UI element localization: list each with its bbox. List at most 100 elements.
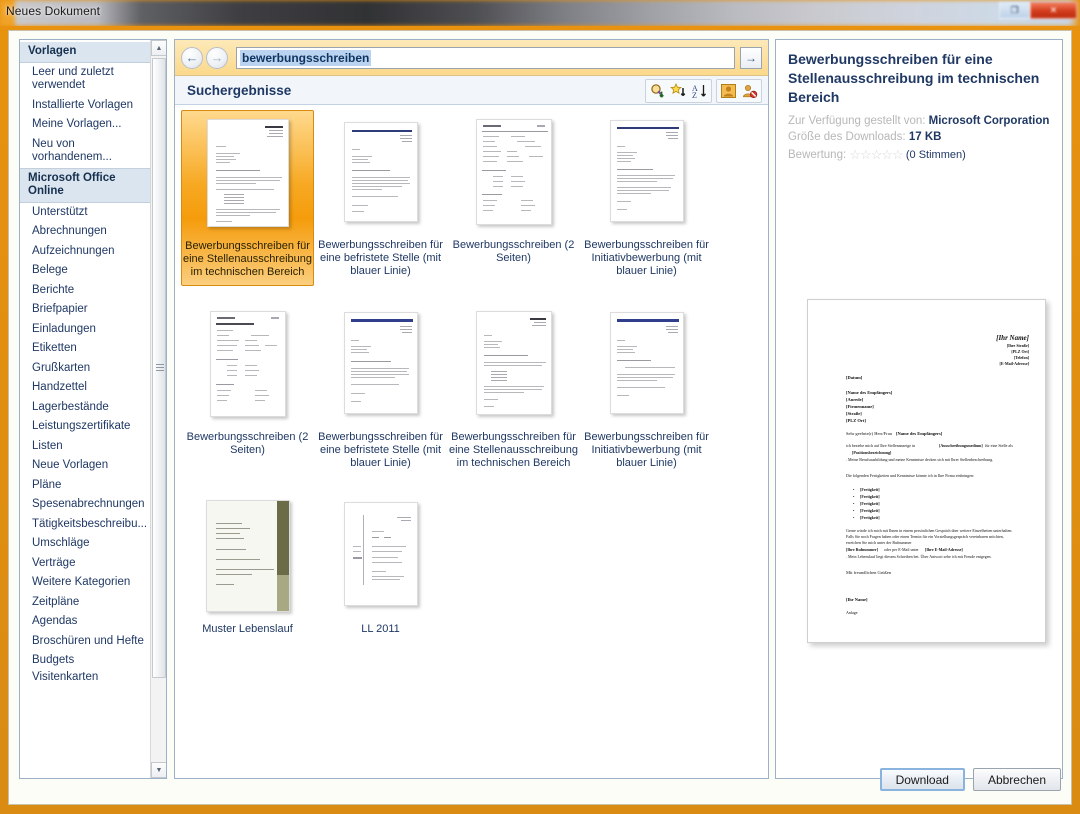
preview-provider-label: Zur Verfügung gestellt von: [788,115,925,127]
template-label: Bewerbungsschreiben für eine Stellenauss… [449,431,579,470]
template-card-3[interactable]: Bewerbungsschreiben für Initiativbewerbu… [580,110,713,286]
doc-salutation-pre: Sehr geehrte(r) Herr/Frau [846,431,892,436]
bullet-dot-icon: • [853,487,854,492]
sidebar-item-leer-zuletzt[interactable]: Leer und zuletzt verwendet [20,63,151,96]
toolbar-group-view: A Z [645,79,712,103]
restore-window-button[interactable]: ❐ [999,2,1030,19]
doc-para3-a: Gerne würde ich mich mit Ihnen in einem … [846,528,1018,547]
sidebar-item-visitenkarten[interactable]: Visitenkarten [20,671,151,680]
sidebar-scroll-thumb[interactable] [152,58,166,678]
sidebar-group-microsoft-office-online[interactable]: Microsoft Office Online [20,168,151,203]
template-card-1[interactable]: Bewerbungsschreiben für eine befristete … [314,110,447,286]
sidebar-item-einladungen[interactable]: Einladungen [20,320,151,340]
sidebar-item-taetigkeitsbeschreibungen[interactable]: Tätigkeitsbeschreibu... [20,515,151,535]
preview-size-value: 17 KB [909,131,942,143]
search-again-icon[interactable] [647,81,668,101]
template-thumbnail [601,114,693,234]
doc-para1-b: [Ausschreibungsmedium] [939,443,983,448]
doc-enclosure: Anlage [846,610,858,615]
cancel-button[interactable]: Abbrechen [973,768,1061,791]
sidebar-list: Vorlagen Leer und zuletzt verwendet Inst… [20,40,151,778]
window-title: Neues Dokument [6,4,100,18]
sidebar-item-aufzeichnungen[interactable]: Aufzeichnungen [20,242,151,262]
ghost-tab-4 [870,5,873,15]
sidebar-item-weitere-kategorien[interactable]: Weitere Kategorien [20,573,151,593]
community-user-icon[interactable] [718,81,739,101]
scroll-up-arrow-icon[interactable]: ▲ [151,40,167,56]
template-label: Bewerbungsschreiben für Initiativbewerbu… [582,239,712,278]
ghost-tab-1 [315,5,318,15]
sidebar-item-neu-von-vorhandenem[interactable]: Neu von vorhandenem... [20,135,151,168]
back-button[interactable]: ← [181,47,203,69]
template-card-5[interactable]: Bewerbungsschreiben für eine befristete … [314,302,447,476]
template-label: Bewerbungsschreiben (2 Seiten) [183,431,313,457]
sidebar-item-plaene[interactable]: Pläne [20,476,151,496]
sidebar-item-neue-vorlagen[interactable]: Neue Vorlagen [20,456,151,476]
sidebar-item-zeitplaene[interactable]: Zeitpläne [20,593,151,613]
sidebar-item-umschlaege[interactable]: Umschläge [20,534,151,554]
title-bar: Neues Dokument ❐ ✕ [0,0,1080,26]
template-card-7[interactable]: Bewerbungsschreiben für Initiativbewerbu… [580,302,713,476]
sidebar-item-installierte-vorlagen[interactable]: Installierte Vorlagen [20,96,151,116]
template-label: Bewerbungsschreiben für eine Stellenauss… [183,240,313,279]
search-submit-button[interactable]: → [740,47,762,69]
template-label: Bewerbungsschreiben (2 Seiten) [449,239,579,265]
template-label: Bewerbungsschreiben für eine befristete … [316,431,446,470]
template-thumbnail [335,114,427,234]
sort-az-icon[interactable]: A Z [689,81,710,101]
preview-document-image: [Ihr Name] [Ihre Straße] [PLZ Ort] [Tele… [807,299,1046,643]
ghost-tab-3 [690,5,693,15]
new-document-dialog: Vorlagen Leer und zuletzt verwendet Inst… [8,30,1072,805]
forward-button[interactable]: → [206,47,228,69]
preview-size-label: Größe des Downloads: [788,131,906,143]
doc-sender-street: [Ihre Straße] [1007,343,1029,348]
sidebar-item-etiketten[interactable]: Etiketten [20,339,151,359]
sidebar-scrollbar[interactable]: ▲ ▼ [150,40,166,778]
title-bar-background [0,0,1080,26]
sidebar-item-leistungszertifikate[interactable]: Leistungszertifikate [20,417,151,437]
sidebar-item-spesenabrechnungen[interactable]: Spesenabrechnungen [20,495,151,515]
new-templates-icon[interactable] [668,81,689,101]
sidebar-item-vertraege[interactable]: Verträge [20,554,151,574]
template-card-2[interactable]: Bewerbungsschreiben (2 Seiten) [447,110,580,286]
preview-title: Bewerbungsschreiben für eine Stellenauss… [788,50,1050,107]
sidebar-item-abrechnungen[interactable]: Abrechnungen [20,222,151,242]
sidebar-item-lagerbestaende[interactable]: Lagerbestände [20,398,151,418]
doc-date: [Datum] [846,375,862,380]
sidebar-item-budgets[interactable]: Budgets [20,651,151,671]
sidebar-item-meine-vorlagen[interactable]: Meine Vorlagen... [20,115,151,135]
doc-para3-d: [Ihre E-Mail-Adresse] [925,547,963,552]
sidebar-item-broschueren-und-hefte[interactable]: Broschüren und Hefte [20,632,151,652]
template-card-6[interactable]: Bewerbungsschreiben für eine Stellenauss… [447,302,580,476]
download-button[interactable]: Download [880,768,965,791]
template-card-8[interactable]: Muster Lebenslauf [181,494,314,642]
sidebar-item-agendas[interactable]: Agendas [20,612,151,632]
template-card-0[interactable]: Bewerbungsschreiben für eine Stellenauss… [181,110,314,286]
rating-stars-icon[interactable]: ☆☆☆☆☆ [849,147,902,163]
sidebar-item-listen[interactable]: Listen [20,437,151,457]
doc-para1-d: [Positionsbezeichnung] [852,450,891,455]
sidebar-item-handzettel[interactable]: Handzettel [20,378,151,398]
template-row: Muster Lebenslauf [175,490,768,642]
template-card-4[interactable]: Bewerbungsschreiben (2 Seiten) [181,302,314,476]
preview-rating-votes: (0 Stimmen) [906,149,966,161]
doc-signature: [Ihr Name] [846,597,868,602]
sidebar-item-briefpapier[interactable]: Briefpapier [20,300,151,320]
template-card-9[interactable]: LL 2011 [314,494,447,642]
sidebar-item-berichte[interactable]: Berichte [20,281,151,301]
doc-bullet-2: [Fertigkeit] [860,501,880,506]
template-thumbnail [601,306,693,426]
template-thumbnail [202,115,294,235]
search-input[interactable]: bewerbungsschreiben [236,47,735,69]
template-label: Muster Lebenslauf [183,623,313,636]
footer-button-group: Download Abbrechen [880,768,1061,791]
close-window-button[interactable]: ✕ [1030,2,1077,19]
sidebar-item-unterstuetzt[interactable]: Unterstützt [20,203,151,223]
search-bar: ← → bewerbungsschreiben → [175,40,768,76]
doc-bullet-0: [Fertigkeit] [860,487,880,492]
user-blocked-icon[interactable] [739,81,760,101]
dialog-footer: Download Abbrechen [9,762,1073,804]
doc-sender-plz: [PLZ Ort] [1011,349,1029,354]
sidebar-item-belege[interactable]: Belege [20,261,151,281]
sidebar-item-grusskarten[interactable]: Grußkarten [20,359,151,379]
